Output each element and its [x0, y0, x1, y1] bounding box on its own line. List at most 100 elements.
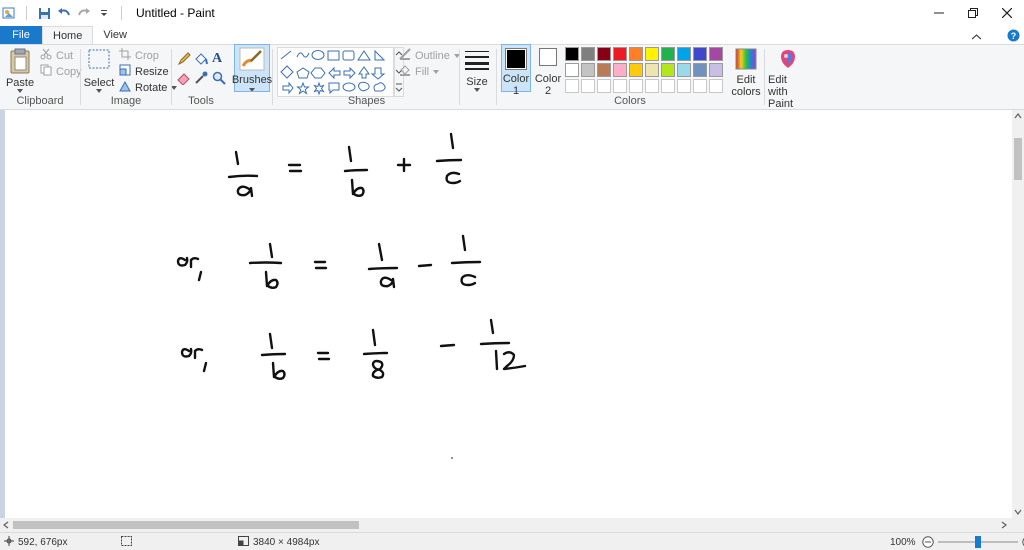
palette-swatch[interactable] — [661, 47, 675, 61]
color-picker-icon[interactable] — [194, 71, 208, 88]
custom-color-slot[interactable] — [613, 79, 627, 93]
rotate-button[interactable]: Rotate — [119, 80, 178, 95]
fraction-1-over-b-line2 — [248, 242, 283, 289]
palette-swatch[interactable] — [613, 47, 627, 61]
minimize-button[interactable] — [922, 0, 956, 26]
cut-button[interactable]: Cut — [40, 48, 73, 63]
scroll-corner — [1012, 518, 1024, 532]
zoom-slider-thumb[interactable] — [975, 536, 981, 548]
palette-swatch[interactable] — [629, 63, 643, 77]
custom-color-slot[interactable] — [629, 79, 643, 93]
copy-button[interactable]: Copy — [40, 64, 82, 79]
fill-button[interactable]: Fill — [399, 64, 440, 79]
tab-home[interactable]: Home — [42, 26, 94, 44]
palette-swatch[interactable] — [597, 63, 611, 77]
custom-color-slot[interactable] — [597, 79, 611, 93]
scroll-left-icon[interactable] — [3, 521, 9, 529]
chevron-down-icon — [249, 88, 255, 91]
color-palette — [565, 45, 731, 97]
paste-button[interactable]: Paste — [6, 48, 34, 93]
palette-swatch[interactable] — [693, 47, 707, 61]
color2-button[interactable]: Color 2 — [535, 48, 561, 97]
scroll-down-icon[interactable] — [1014, 509, 1022, 515]
restore-button[interactable] — [956, 0, 990, 26]
edit-colors-button[interactable]: Edit colors — [731, 48, 761, 98]
palette-swatch[interactable] — [597, 47, 611, 61]
zoom-cell: 100% — [890, 533, 1024, 550]
palette-swatch[interactable] — [693, 63, 707, 77]
redo-icon[interactable] — [77, 6, 91, 20]
size-button[interactable]: Size — [462, 48, 492, 92]
shapes-gallery[interactable] — [277, 47, 394, 97]
palette-swatch[interactable] — [613, 63, 627, 77]
outline-button[interactable]: Outline — [399, 48, 460, 63]
horizontal-scroll-thumb[interactable] — [13, 521, 359, 529]
cursor-position-icon — [4, 535, 14, 549]
colors-group-label: Colors — [614, 95, 646, 107]
tab-file[interactable]: File — [0, 26, 42, 44]
eraser-icon[interactable] — [177, 71, 191, 88]
magnifier-icon[interactable] — [212, 71, 226, 88]
zoom-slider[interactable] — [938, 536, 1018, 548]
tab-view[interactable]: View — [93, 26, 137, 44]
palette-swatch[interactable] — [581, 63, 595, 77]
scroll-up-icon[interactable] — [1014, 113, 1022, 119]
palette-swatch[interactable] — [645, 47, 659, 61]
drawing-canvas[interactable] — [5, 110, 1012, 518]
equals-sign-line3 — [316, 351, 331, 361]
customize-quick-access-icon[interactable] — [97, 6, 111, 20]
custom-color-slot[interactable] — [645, 79, 659, 93]
vertical-scroll-thumb[interactable] — [1014, 138, 1022, 180]
divider — [26, 6, 27, 20]
undo-icon[interactable] — [57, 6, 71, 20]
pencil-icon[interactable] — [177, 52, 191, 69]
custom-color-slot[interactable] — [677, 79, 691, 93]
save-icon[interactable] — [37, 6, 51, 20]
vertical-scrollbar[interactable] — [1012, 110, 1024, 518]
color2-swatch — [539, 48, 557, 66]
image-group-label: Image — [110, 95, 142, 107]
palette-swatch[interactable] — [645, 63, 659, 77]
horizontal-scrollbar[interactable] — [0, 518, 1012, 532]
divider — [764, 49, 765, 105]
custom-color-slot[interactable] — [693, 79, 707, 93]
scroll-right-icon[interactable] — [1001, 521, 1007, 529]
text-tool-icon[interactable]: A — [212, 51, 222, 67]
palette-swatch[interactable] — [629, 47, 643, 61]
brushes-label: Brushes — [231, 74, 273, 86]
fraction-1-over-c — [435, 132, 463, 185]
palette-swatch[interactable] — [709, 63, 723, 77]
paint-app-icon — [2, 6, 16, 20]
palette-swatch[interactable] — [565, 47, 579, 61]
size-label: Size — [466, 76, 488, 88]
select-label: Select — [83, 77, 115, 89]
custom-color-slot[interactable] — [565, 79, 579, 93]
palette-swatch[interactable] — [677, 47, 691, 61]
paint-window: Untitled - Paint File Home View ? Paste … — [0, 0, 1024, 550]
palette-swatch[interactable] — [565, 63, 579, 77]
close-button[interactable] — [990, 0, 1024, 26]
outline-icon — [399, 48, 411, 63]
svg-text:?: ? — [1011, 31, 1017, 41]
equals-sign — [287, 163, 303, 173]
custom-color-slot[interactable] — [661, 79, 675, 93]
select-button[interactable]: Select — [83, 48, 115, 93]
zoom-out-icon[interactable] — [922, 536, 934, 548]
palette-swatch[interactable] — [677, 63, 691, 77]
fill-icon — [399, 64, 411, 79]
resize-button[interactable]: Resize — [119, 64, 169, 79]
zoom-level: 100% — [890, 536, 916, 548]
palette-swatch[interactable] — [661, 63, 675, 77]
custom-color-slot[interactable] — [709, 79, 723, 93]
palette-swatch[interactable] — [709, 47, 723, 61]
brushes-button[interactable]: Brushes — [231, 44, 273, 92]
help-icon[interactable]: ? — [1007, 29, 1020, 42]
custom-color-slot[interactable] — [581, 79, 595, 93]
palette-swatch[interactable] — [581, 47, 595, 61]
color1-button[interactable]: Color 1 — [501, 44, 531, 97]
crop-button[interactable]: Crop — [119, 48, 159, 63]
fraction-1-over-12-line3 — [479, 318, 527, 371]
fill-bucket-icon[interactable] — [194, 52, 208, 69]
minimize-ribbon-icon[interactable] — [972, 34, 981, 40]
plus-sign — [396, 157, 412, 173]
